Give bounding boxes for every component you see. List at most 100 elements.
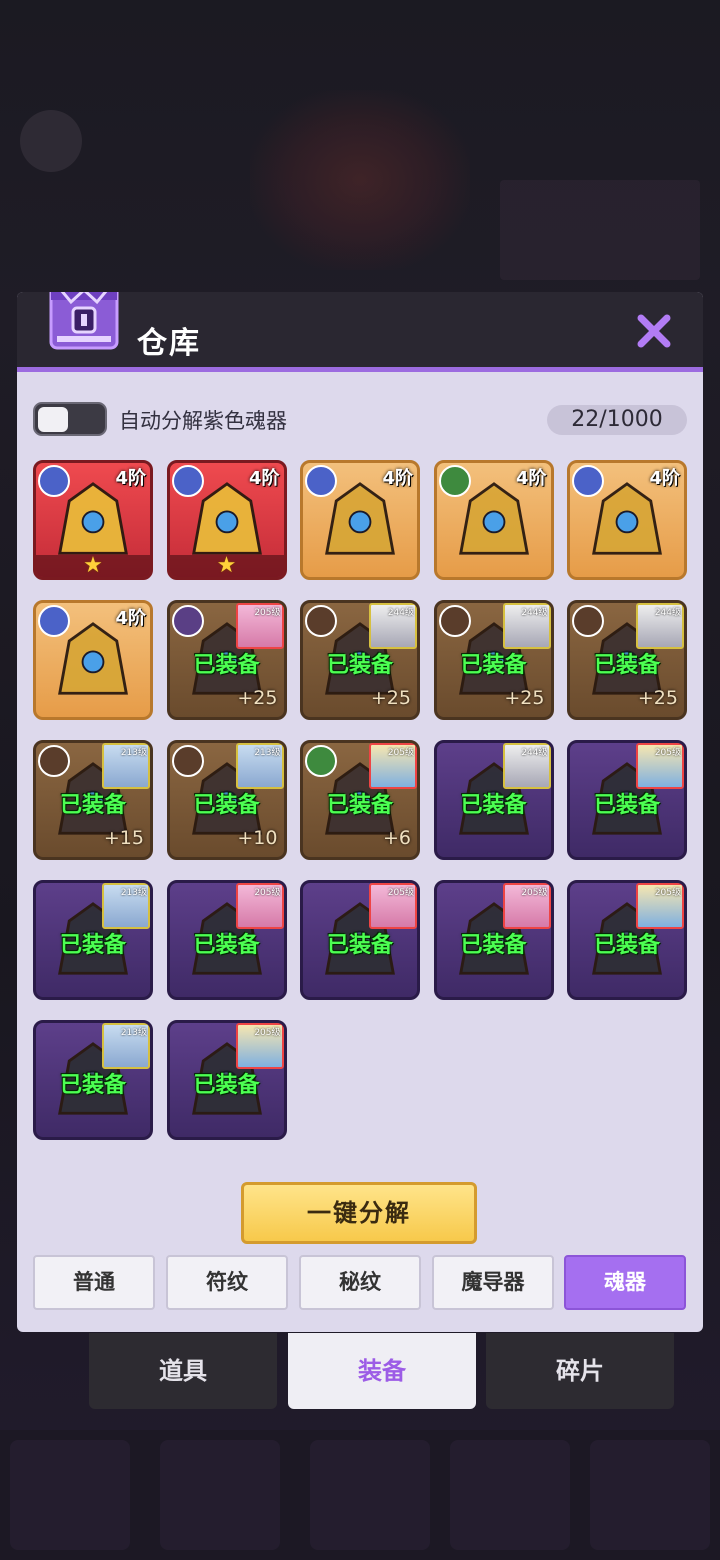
- soul-item-slot[interactable]: 205级 已装备 +6: [300, 740, 420, 860]
- hero-level: 205级: [254, 608, 281, 618]
- tab-equipment[interactable]: 装备: [288, 1333, 476, 1409]
- hero-level: 213级: [120, 1028, 147, 1038]
- hero-level: 244级: [654, 608, 681, 618]
- soul-item-slot[interactable]: 4阶: [300, 460, 420, 580]
- background-nav-item: [310, 1440, 430, 1550]
- soul-item-slot[interactable]: 4阶: [33, 600, 153, 720]
- item-tier: 4阶: [649, 468, 680, 489]
- hero-level: 205级: [254, 888, 281, 898]
- soul-item-slot[interactable]: 213级已装备 +15: [33, 740, 153, 860]
- hero-level: 205级: [521, 888, 548, 898]
- one-click-decompose-button[interactable]: 一键分解: [241, 1182, 477, 1244]
- hero-level: 205级: [387, 748, 414, 758]
- filter-tab-magic-device[interactable]: 魔导器: [432, 1255, 554, 1310]
- filter-tab-secret-rune[interactable]: 秘纹: [299, 1255, 421, 1310]
- soul-item-slot[interactable]: 205级 已装备: [166, 880, 287, 1000]
- enhance-level: +25: [637, 687, 678, 709]
- soul-item-slot[interactable]: 244级已装备 +25: [567, 600, 687, 720]
- hero-level: 244级: [521, 608, 548, 618]
- equipped-hero-avatar: 205级: [235, 1023, 284, 1069]
- equipped-label: 已装备: [326, 653, 393, 678]
- soul-item-slot[interactable]: 213级 已装备 +10: [166, 740, 287, 860]
- tab-fragments[interactable]: 碎片: [486, 1333, 674, 1409]
- soul-item-slot[interactable]: 205级已装备: [166, 1020, 287, 1140]
- equipped-label: 已装备: [460, 793, 527, 818]
- enhance-level: +15: [103, 827, 144, 849]
- hero-level: 213级: [254, 748, 281, 758]
- filter-tab-rune[interactable]: 符纹: [166, 1255, 288, 1310]
- equipped-hero-avatar: 205级: [369, 743, 417, 789]
- item-tier: 4阶: [115, 468, 146, 489]
- equipped-label: 已装备: [59, 793, 126, 818]
- soul-item-slot[interactable]: 205级 已装备: [300, 880, 420, 1000]
- equipped-hero-avatar: 205级: [636, 883, 684, 929]
- auto-decompose-label: 自动分解紫色魂器: [119, 409, 287, 433]
- item-type-badge-icon: [305, 465, 337, 497]
- soul-item-slot[interactable]: 244级 已装备 +25: [433, 600, 554, 720]
- hero-level: 205级: [254, 1028, 281, 1038]
- equipped-label: 已装备: [593, 933, 660, 958]
- hero-level: 213级: [120, 888, 147, 898]
- soul-item-slot[interactable]: ★ 4阶: [166, 460, 287, 580]
- close-icon[interactable]: [635, 312, 673, 350]
- star-icon: ★: [216, 553, 237, 578]
- equipped-hero-avatar: 205级: [636, 743, 684, 789]
- equipped-hero-avatar: 205级: [369, 883, 417, 929]
- background-nav-item: [10, 1440, 130, 1550]
- tab-items[interactable]: 道具: [89, 1333, 277, 1409]
- item-type-badge-icon: [38, 745, 70, 777]
- filter-tab-soul-device[interactable]: 魂器: [564, 1255, 686, 1310]
- hero-level: 205级: [654, 748, 681, 758]
- equipped-label: 已装备: [59, 1073, 126, 1098]
- star-icon: ★: [83, 553, 103, 578]
- equipped-label: 已装备: [326, 793, 393, 818]
- enhance-level: +25: [504, 687, 545, 709]
- equipped-label: 已装备: [193, 653, 260, 678]
- item-type-badge-icon: [171, 745, 204, 777]
- item-type-badge-icon: [171, 605, 204, 637]
- item-type-badge-icon: [305, 605, 337, 637]
- equipped-hero-avatar: 244级: [502, 743, 551, 789]
- item-type-badge-icon: [171, 465, 204, 497]
- filter-tab-normal[interactable]: 普通: [33, 1255, 155, 1310]
- soul-item-slot[interactable]: 244级已装备: [433, 740, 554, 860]
- soul-item-slot[interactable]: 4阶: [433, 460, 554, 580]
- capacity-counter: 22/1000: [547, 405, 687, 435]
- equipped-label: 已装备: [193, 1073, 260, 1098]
- item-type-badge-icon: [305, 745, 337, 777]
- soul-item-slot[interactable]: 213级已装备: [33, 880, 153, 1000]
- toggle-knob: [38, 407, 68, 432]
- soul-item-slot[interactable]: 205级已装备: [567, 740, 687, 860]
- item-type-badge-icon: [438, 465, 471, 497]
- background-nav-item: [450, 1440, 570, 1550]
- background-nav-item: [590, 1440, 710, 1550]
- equipped-hero-avatar: 213级: [102, 743, 150, 789]
- soul-item-slot[interactable]: 205级已装备 +25: [166, 600, 287, 720]
- soul-item-slot[interactable]: 205级已装备: [433, 880, 554, 1000]
- item-type-badge-icon: [438, 605, 471, 637]
- equipped-label: 已装备: [460, 933, 527, 958]
- soul-item-slot[interactable]: 4阶: [567, 460, 687, 580]
- page-title: 仓库: [137, 326, 201, 361]
- soul-item-slot[interactable]: 213级已装备: [33, 1020, 153, 1140]
- equipped-label: 已装备: [593, 653, 660, 678]
- hero-level: 205级: [387, 888, 414, 898]
- equipped-label: 已装备: [59, 933, 126, 958]
- item-type-badge-icon: [572, 605, 604, 637]
- equipped-label: 已装备: [593, 793, 660, 818]
- equipped-hero-avatar: 244级: [636, 603, 684, 649]
- equipped-label: 已装备: [193, 793, 260, 818]
- enhance-level: +25: [237, 687, 278, 709]
- item-type-badge-icon: [38, 465, 70, 497]
- soul-item-slot[interactable]: ★ 4阶: [33, 460, 153, 580]
- hero-level: 244级: [521, 748, 548, 758]
- background-card: [500, 180, 700, 280]
- item-tier: 4阶: [115, 608, 146, 629]
- soul-item-slot[interactable]: 244级 已装备 +25: [300, 600, 420, 720]
- auto-decompose-toggle[interactable]: [33, 402, 107, 436]
- soul-item-slot[interactable]: 205级已装备: [567, 880, 687, 1000]
- panel-header: 仓库: [17, 292, 703, 372]
- item-tier: 4阶: [515, 468, 547, 489]
- background-nav-item: [160, 1440, 280, 1550]
- warehouse-panel: 仓库 自动分解紫色魂器 22/1000 ★ 4阶 ★ 4阶 4阶 4阶 4阶 4阶 205级 已装…: [17, 292, 703, 1332]
